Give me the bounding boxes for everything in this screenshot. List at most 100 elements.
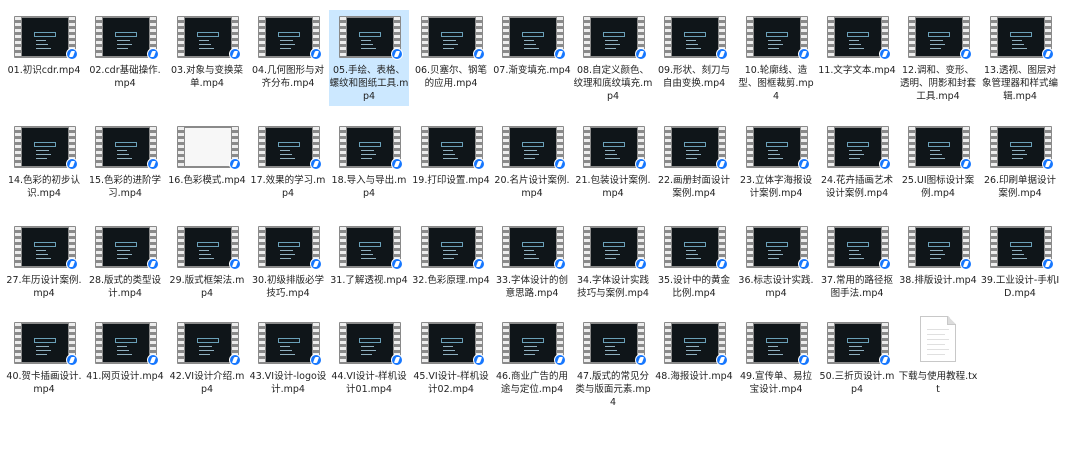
thumbnail-text-glyph [767,349,781,351]
file-item-video[interactable]: 10.轮廓线、造型、图框裁剪.mp4 [736,10,816,106]
film-perforation-icon [909,226,915,268]
thumbnail-text-glyph [35,353,48,355]
file-item-video[interactable]: 44.VI设计-样机设计01.mp4 [329,316,409,412]
thumbnail-text-glyph [1011,250,1022,252]
file-item-video[interactable]: 32.色彩原理.mp4 [411,220,491,316]
thumbnail-screen [998,228,1044,266]
file-item-video[interactable]: 28.版式的类型设计.mp4 [85,220,165,316]
file-item-video[interactable]: 36.标志设计实践.mp4 [736,220,816,316]
thumbnail-text-glyph [279,250,294,252]
thumbnail-text-glyph [604,153,618,155]
file-item-video[interactable]: 37.常用的路径抠图手法.mp4 [817,220,897,316]
file-name-label: 29.版式框架法.mp4 [169,275,245,299]
thumbnail-title-glyph [684,32,706,38]
file-item-video[interactable]: 33.字体设计的创意思路.mp4 [492,220,572,316]
sync-status-icon [879,354,891,366]
file-item-video[interactable]: 06.贝塞尔、钢笔的应用.mp4 [411,10,491,106]
thumbnail-title-glyph [522,142,544,148]
sync-status-icon [798,48,810,60]
file-item-video[interactable]: 21.包装设计案例.mp4 [573,120,653,216]
thumbnail-text-glyph [767,150,778,152]
file-item-txt[interactable]: 下载与使用教程.txt [898,316,978,412]
file-item-video[interactable]: 19.打印设置.mp4 [411,120,491,216]
file-item-video[interactable]: 15.色彩的进阶学习.mp4 [85,120,165,216]
file-item-video[interactable]: 02.cdr基础操作.mp4 [85,10,165,106]
file-name-label: 13.透视、图层对象管理器和样式编辑.mp4 [981,65,1058,102]
thumbnail-text-glyph [685,153,702,155]
file-item-video[interactable]: 35.设计中的黄金比例.mp4 [654,220,734,316]
thumbnail-title-glyph [847,338,869,344]
file-item-video[interactable]: 13.透视、图层对象管理器和样式编辑.mp4 [980,10,1060,106]
thumbnail-text-glyph [198,353,211,355]
file-item-video[interactable]: 31.了解透视.mp4 [329,220,409,316]
file-item-video[interactable]: 45.VI设计-样机设计02.mp4 [411,316,491,412]
file-item-video[interactable]: 43.VI设计-logo设计.mp4 [248,316,328,412]
sync-status-icon [147,48,159,60]
file-item-video[interactable]: 34.字体设计实践技巧与案例.mp4 [573,220,653,316]
file-item-video[interactable]: 40.贺卡插画设计.mp4 [4,316,84,412]
file-item-video[interactable]: 14.色彩的初步认识.mp4 [4,120,84,216]
thumbnail-screen [103,128,149,166]
file-name-label: 20.名片设计案例.mp4 [494,175,570,199]
thumbnail-text-glyph [848,349,865,351]
file-item-video[interactable]: 47.版式的常见分类与版面元素.mp4 [573,316,653,412]
thumbnail-title-glyph [34,338,56,344]
file-item-video[interactable]: 46.商业广告的用途与定位.mp4 [492,316,572,412]
file-item-video[interactable]: 39.工业设计-手机ID.mp4 [980,220,1060,316]
thumbnail-text-glyph [279,349,293,351]
file-item-video[interactable]: 41.网页设计.mp4 [85,316,165,412]
file-item-video[interactable]: 38.排版设计.mp4 [898,220,978,316]
file-item-video[interactable]: 01.初识cdr.mp4 [4,10,84,106]
thumbnail-text-glyph [442,346,453,348]
thumbnail-text-glyph [1011,47,1027,49]
thumbnail-screen [266,324,312,362]
file-item-video[interactable]: 49.宣传单、易拉宝设计.mp4 [736,316,816,412]
thumbnail-text-glyph [279,253,296,255]
sync-status-icon [147,354,159,366]
file-item-video[interactable]: 18.导入与导出.mp4 [329,120,409,216]
thumbnail-title-glyph [766,142,788,148]
file-name-label: 35.设计中的黄金比例.mp4 [657,275,731,299]
file-item-video[interactable]: 20.名片设计案例.mp4 [492,120,572,216]
file-name-label: 21.包装设计案例.mp4 [575,175,651,199]
file-item-video[interactable]: 48.海报设计.mp4 [654,316,734,412]
file-name-label: 40.贺卡插画设计.mp4 [6,371,82,395]
file-item-video[interactable]: 09.形状、刻刀与自由变换.mp4 [654,10,734,106]
file-item-video[interactable]: 29.版式框架法.mp4 [167,220,247,316]
file-item-video[interactable]: 03.对象与变换菜单.mp4 [167,10,247,106]
film-perforation-icon [178,16,184,58]
thumbnail-text-glyph [685,47,701,49]
file-item-video[interactable]: 50.三折页设计.mp4 [817,316,897,412]
thumbnail-text-glyph [116,40,131,42]
sync-status-icon [66,48,78,60]
file-item-video[interactable]: 07.渐变填充.mp4 [492,10,572,106]
thumbnail-text-glyph [523,257,539,259]
thumbnail-text-glyph [198,43,212,45]
file-item-video[interactable]: 25.UI图标设计案例.mp4 [898,120,978,216]
file-item-video[interactable]: 22.画册封面设计案例.mp4 [654,120,734,216]
sync-status-icon [554,48,566,60]
file-name-label: 34.字体设计实践技巧与案例.mp4 [576,275,650,299]
file-item-video[interactable]: 26.印刷单据设计案例.mp4 [980,120,1060,216]
sync-status-icon [635,354,647,366]
file-item-video[interactable]: 23.立体字海报设计案例.mp4 [736,120,816,216]
file-item-video[interactable]: 17.效果的学习.mp4 [248,120,328,216]
file-item-video[interactable]: 24.花卉插画艺术设计案例.mp4 [817,120,897,216]
thumbnail-text-glyph [685,150,700,152]
file-item-video[interactable]: 12.调和、变形、透明、阴影和封套工具.mp4 [898,10,978,106]
file-item-video[interactable]: 16.色彩模式.mp4 [167,120,247,216]
file-item-video[interactable]: 11.文字文本.mp4 [817,10,897,106]
thumbnail-title-glyph [847,32,869,38]
file-item-video[interactable]: 30.初级排版必学技巧.mp4 [248,220,328,316]
file-item-video[interactable]: 27.年历设计案例.mp4 [4,220,84,316]
thumbnail-text-glyph [442,250,457,252]
sync-status-icon [635,258,647,270]
thumbnail-text-glyph [604,253,621,255]
file-item-video[interactable]: 04.几何图形与对齐分布.mp4 [248,10,328,106]
file-item-video[interactable]: 05.手绘、表格、螺纹和图纸工具.mp4 [329,10,409,106]
file-item-video[interactable]: 08.自定义颜色、纹理和底纹填充.mp4 [573,10,653,106]
thumbnail-text-glyph [116,47,129,49]
film-perforation-icon [96,126,102,168]
file-item-video[interactable]: 42.VI设计介绍.mp4 [167,316,247,412]
thumbnail-title-glyph [603,338,625,344]
